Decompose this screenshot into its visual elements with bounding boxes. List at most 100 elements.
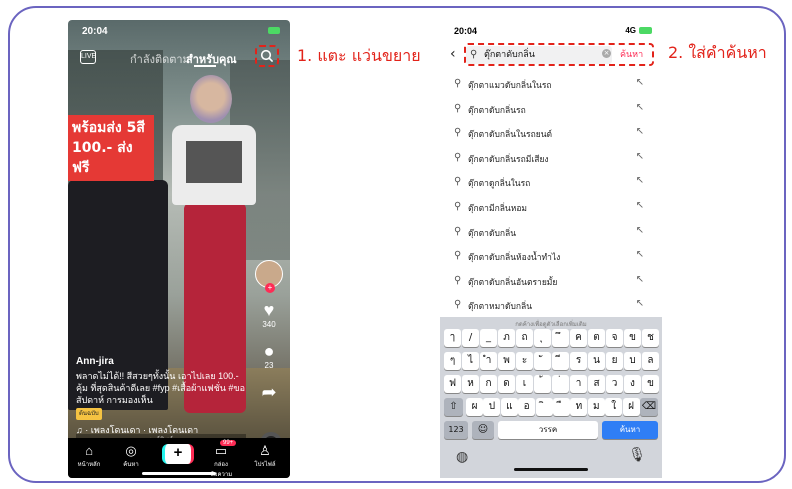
key[interactable]: ก — [480, 375, 497, 393]
key[interactable]: ุ — [534, 329, 551, 347]
fill-arrow-icon[interactable]: ↖ — [636, 274, 644, 285]
key[interactable]: ป — [483, 398, 501, 416]
key[interactable]: ี — [552, 352, 569, 370]
search-highlight[interactable] — [255, 45, 279, 67]
search-key[interactable]: ค้นหา — [602, 421, 658, 439]
like-action[interactable]: ♥ 340 — [254, 300, 284, 329]
fill-arrow-icon[interactable]: ↖ — [636, 225, 644, 236]
key[interactable]: ผ — [466, 398, 483, 416]
key[interactable]: ๆ — [444, 352, 461, 370]
key[interactable]: ย — [606, 352, 623, 370]
suggestion-item[interactable]: ⚲ ตุ๊กตาแมวดับกลิ่นในรถ ↖ — [440, 72, 662, 97]
key[interactable]: ม — [587, 398, 605, 416]
suggestion-item[interactable]: ⚲ ตุ๊กตาดับกลิ่นห้องน้ำทำไง ↖ — [440, 244, 662, 269]
fill-arrow-icon[interactable]: ↖ — [636, 77, 644, 88]
live-icon[interactable]: LIVE — [80, 50, 96, 64]
nav-profile[interactable]: ♙ โปรไฟล์ — [248, 443, 282, 469]
key[interactable]: ั — [534, 352, 551, 370]
search-icon: ⚲ — [454, 176, 462, 188]
key[interactable]: า — [570, 375, 587, 393]
key[interactable]: ื — [553, 398, 570, 416]
key[interactable]: ึ — [552, 329, 569, 347]
key[interactable]: ภ — [498, 329, 515, 347]
suggestion-item[interactable]: ⚲ ตุ๊กตาดับกลิ่นรถมีเสียง ↖ — [440, 146, 662, 171]
key[interactable]: ว — [606, 375, 623, 393]
key[interactable]: ้ — [534, 375, 551, 393]
share-arrow-icon[interactable]: ➦ — [254, 382, 284, 402]
key[interactable]: ถ — [516, 329, 533, 347]
comment-icon[interactable]: ● — [254, 341, 284, 361]
follow-plus-icon[interactable]: + — [265, 283, 275, 293]
key[interactable]: ล — [642, 352, 659, 370]
key[interactable]: ท — [570, 398, 588, 416]
suggestion-item[interactable]: ⚲ ตุ๊กตาดับกลิ่นรถ ↖ — [440, 97, 662, 122]
nav-discover[interactable]: ◎ ค้นหา — [114, 443, 148, 469]
suggestion-item[interactable]: ⚲ ตุ๊กตาดับกลิ่นอันตรายมั้ย ↖ — [440, 269, 662, 294]
creator-username[interactable]: Ann-jira — [76, 356, 246, 368]
key[interactable]: / — [462, 329, 479, 347]
key[interactable]: ใ — [605, 398, 623, 416]
shift-key[interactable]: ⇧ — [444, 398, 463, 416]
nav-home[interactable]: ⌂ หน้าหลัก — [72, 443, 106, 469]
step1-label: 1. แตะ แว่นขยาย — [297, 46, 421, 65]
key[interactable]: ค — [570, 329, 587, 347]
microphone-icon[interactable]: 🎙 — [628, 447, 646, 463]
backspace-key[interactable]: ⌫ — [640, 398, 658, 416]
side-actions: + ♥ 340 ● 23 ➦ — [254, 260, 284, 402]
space-key[interactable]: วรรค — [498, 421, 598, 439]
search-icon[interactable] — [260, 49, 274, 63]
key[interactable]: บ — [624, 352, 641, 370]
key[interactable]: ฟ — [444, 375, 461, 393]
key[interactable]: น — [588, 352, 605, 370]
compass-icon: ◎ — [125, 443, 137, 458]
creator-avatar[interactable]: + — [255, 260, 283, 293]
suggestion-item[interactable]: ⚲ ตุ๊กตาหมาดับกลิ่น ↖ — [440, 293, 662, 318]
key[interactable]: ด — [498, 375, 515, 393]
key[interactable]: ร — [570, 352, 587, 370]
fill-arrow-icon[interactable]: ↖ — [636, 200, 644, 211]
key[interactable]: ช — [642, 329, 659, 347]
fill-arrow-icon[interactable]: ↖ — [636, 102, 644, 113]
key[interactable]: ห — [462, 375, 479, 393]
create-button[interactable]: + — [162, 444, 194, 464]
search-icon: ⚲ — [454, 250, 462, 262]
share-action[interactable]: ➦ — [254, 382, 284, 402]
fill-arrow-icon[interactable]: ↖ — [636, 175, 644, 186]
globe-icon[interactable]: ◍ — [456, 449, 468, 465]
comment-action[interactable]: ● 23 — [254, 341, 284, 370]
fill-arrow-icon[interactable]: ↖ — [636, 249, 644, 260]
key[interactable]: ิ — [535, 398, 553, 416]
key[interactable]: ง — [624, 375, 641, 393]
key[interactable]: ไ — [462, 352, 479, 370]
suggestion-item[interactable]: ⚲ ตุ๊กตาดับกลิ่น ↖ — [440, 220, 662, 245]
key[interactable]: ่ — [552, 375, 569, 393]
key[interactable]: เ — [516, 375, 533, 393]
key[interactable]: _ — [480, 329, 497, 347]
fill-arrow-icon[interactable]: ↖ — [636, 126, 644, 137]
key[interactable]: ฝ — [622, 398, 640, 416]
tab-following[interactable]: กำลังติดตาม — [130, 50, 190, 68]
video-feed-screen[interactable]: 20:04 LIVE กำลังติดตาม สำหรับคุณ พร้อมส่… — [68, 20, 290, 478]
home-indicator — [142, 472, 216, 475]
key[interactable]: ะ — [516, 352, 533, 370]
key[interactable]: ำ — [480, 352, 497, 370]
back-icon[interactable]: ‹ — [450, 46, 456, 62]
key[interactable]: ข — [642, 375, 659, 393]
key[interactable]: ต — [588, 329, 605, 347]
suggestion-item[interactable]: ⚲ ตุ๊กตาดูกลิ่นในรถ ↖ — [440, 170, 662, 195]
key[interactable]: อ — [518, 398, 536, 416]
heart-icon[interactable]: ♥ — [254, 300, 284, 320]
key[interactable]: ส — [588, 375, 605, 393]
promo-banner: พร้อมส่ง 5สี 100.- ส่งฟรี — [68, 115, 154, 181]
key[interactable]: ๅ — [444, 329, 461, 347]
fill-arrow-icon[interactable]: ↖ — [636, 298, 644, 309]
key[interactable]: พ — [498, 352, 515, 370]
key[interactable]: แ — [500, 398, 518, 416]
emoji-key[interactable]: ☺ — [472, 421, 494, 439]
numbers-key[interactable]: 123 — [444, 421, 468, 439]
key[interactable]: จ — [606, 329, 623, 347]
key[interactable]: ข — [624, 329, 641, 347]
suggestion-item[interactable]: ⚲ ตุ๊กตามีกลิ่นหอม ↖ — [440, 195, 662, 220]
fill-arrow-icon[interactable]: ↖ — [636, 151, 644, 162]
suggestion-item[interactable]: ⚲ ตุ๊กตาดับกลิ่นในรถยนต์ ↖ — [440, 121, 662, 146]
